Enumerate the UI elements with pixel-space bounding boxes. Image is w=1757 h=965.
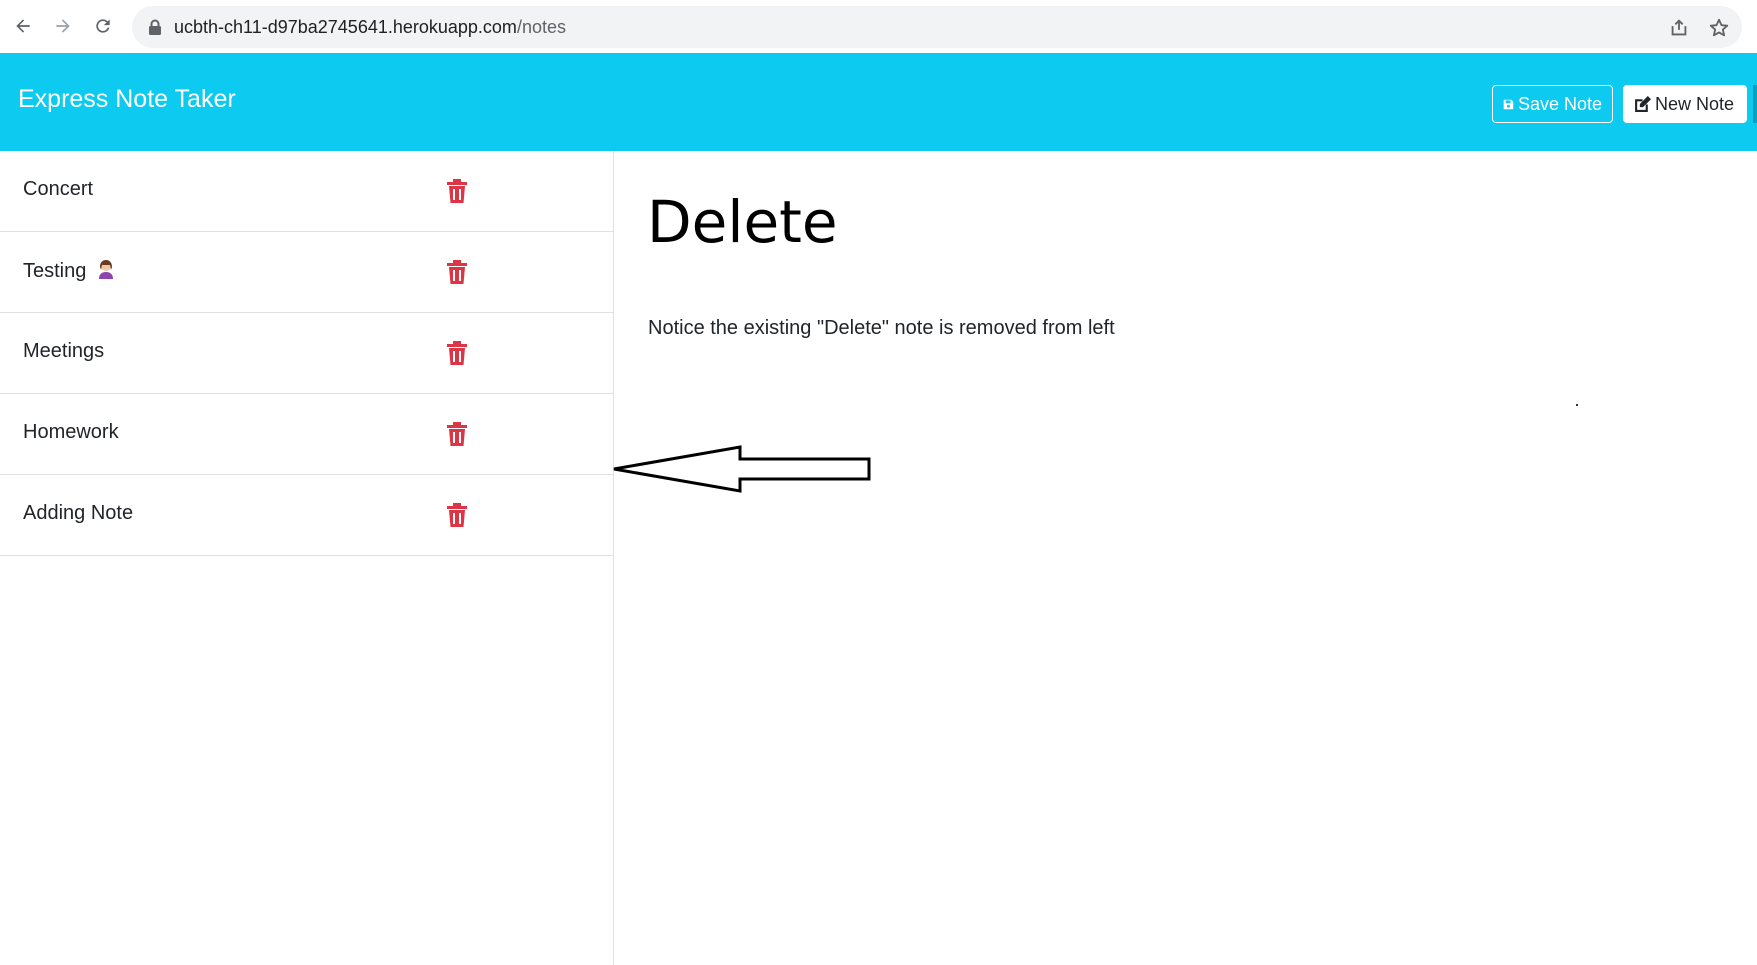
note-title-input[interactable]: Delete: [647, 188, 838, 256]
list-item[interactable]: Homework: [0, 394, 614, 475]
notes-list: Concert Testing Meetings Homework Adding…: [0, 151, 614, 965]
note-text-area[interactable]: Notice the existing "Delete" note is rem…: [648, 317, 1115, 340]
note-title[interactable]: Adding Note: [23, 502, 133, 525]
new-note-label: New Note: [1655, 93, 1735, 114]
app-title[interactable]: Express Note Taker: [18, 85, 236, 114]
lock-icon: [149, 19, 161, 35]
note-title[interactable]: Testing: [23, 259, 116, 283]
save-note-label: Save Note: [1517, 93, 1602, 114]
back-icon[interactable]: [12, 15, 34, 37]
note-title[interactable]: Meetings: [23, 340, 104, 363]
note-title[interactable]: Homework: [23, 421, 119, 444]
list-item[interactable]: Testing: [0, 232, 614, 313]
address-bar[interactable]: ucbth-ch11-d97ba2745641.herokuapp.com/no…: [132, 6, 1742, 48]
list-item[interactable]: Meetings: [0, 313, 614, 394]
save-note-button[interactable]: Save Note: [1492, 85, 1613, 123]
trash-icon[interactable]: [447, 422, 467, 446]
trash-icon[interactable]: [447, 503, 467, 527]
annotation-arrow: [613, 445, 871, 493]
list-item[interactable]: Concert: [0, 151, 614, 232]
stray-dot: [1576, 404, 1578, 406]
star-icon[interactable]: [1708, 17, 1730, 39]
header-edge: [1753, 85, 1757, 123]
edit-icon: [1635, 95, 1651, 112]
trash-icon[interactable]: [447, 341, 467, 365]
trash-icon[interactable]: [447, 260, 467, 284]
woman-emoji-icon: [99, 260, 114, 279]
forward-icon[interactable]: [52, 15, 74, 37]
floppy-icon: [1503, 99, 1514, 109]
url-text: ucbth-ch11-d97ba2745641.herokuapp.com/no…: [174, 17, 566, 37]
trash-icon[interactable]: [447, 179, 467, 203]
list-item[interactable]: Adding Note: [0, 475, 614, 556]
note-title[interactable]: Concert: [23, 178, 93, 201]
browser-toolbar: ucbth-ch11-d97ba2745641.herokuapp.com/no…: [0, 0, 1757, 53]
reload-icon[interactable]: [92, 15, 114, 37]
app-header: Express Note Taker Save Note New Note: [0, 53, 1757, 151]
new-note-button[interactable]: New Note: [1623, 85, 1747, 123]
share-icon[interactable]: [1668, 17, 1690, 39]
